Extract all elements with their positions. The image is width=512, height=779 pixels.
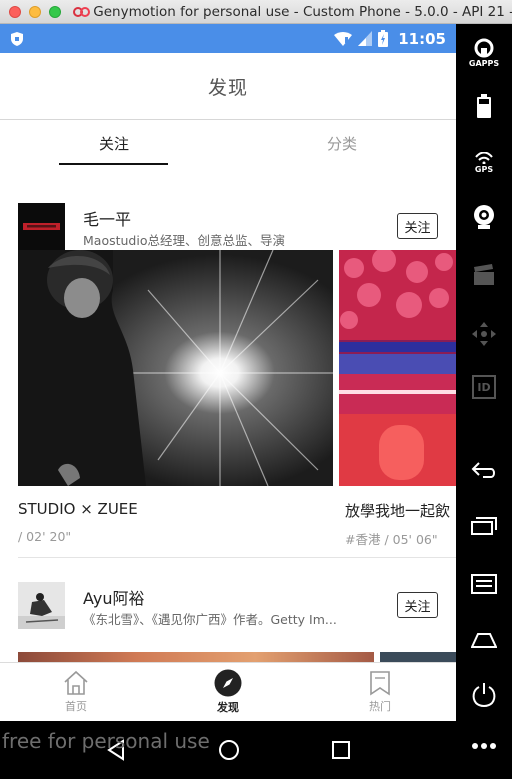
follow-button[interactable]: 关注 <box>397 592 438 618</box>
device-id-button[interactable]: ID <box>456 375 512 399</box>
video-title[interactable]: 放學我地一起飲 <box>345 500 456 521</box>
power-icon <box>472 683 496 707</box>
recent-apps-button[interactable] <box>456 516 512 536</box>
battery-widget-icon <box>477 94 491 118</box>
author-name: Ayu阿裕 <box>83 589 145 608</box>
snow-photo <box>18 582 65 629</box>
bottom-tab-bar: 首页 发现 热门 <box>0 662 456 721</box>
tab-follow[interactable]: 关注 <box>0 120 228 166</box>
top-tabs: 关注 分类 <box>0 120 456 166</box>
tab-popular-label: 热门 <box>369 700 391 713</box>
section-divider <box>18 557 456 558</box>
id-label: ID <box>477 381 491 394</box>
tab-popular[interactable]: 热门 <box>304 663 456 721</box>
phone-screen: 11:05 发现 关注 分类 毛一平 Maostudio总经理、创意总监、导演 <box>0 24 456 779</box>
battery-icon <box>378 30 389 47</box>
gps-label: GPS <box>474 165 494 174</box>
screencast-button[interactable] <box>456 264 512 286</box>
window-title: Genymotion for personal use - Custom Pho… <box>93 3 512 20</box>
home-outline-icon <box>471 633 497 648</box>
gps-icon <box>475 152 493 164</box>
portrait-photo <box>18 250 333 486</box>
gapps-icon <box>474 38 494 58</box>
video-meta: / 02' 20" <box>18 529 72 544</box>
home-circle-icon[interactable] <box>218 739 240 761</box>
home-icon <box>64 670 88 695</box>
device-frame: 11:05 发现 关注 分类 毛一平 Maostudio总经理、创意总监、导演 <box>0 24 512 779</box>
recent-apps-icon <box>471 517 497 535</box>
more-options-button[interactable] <box>456 742 512 750</box>
tab-discover-label: 发现 <box>217 701 239 714</box>
webcam-icon <box>474 205 494 229</box>
status-bar: 11:05 <box>0 24 456 53</box>
avatar[interactable] <box>18 203 65 250</box>
tab-home-label: 首页 <box>65 700 87 713</box>
recents-icon[interactable] <box>331 740 351 760</box>
author-name: 毛一平 <box>83 210 132 229</box>
battery-widget-button[interactable] <box>456 94 512 118</box>
video-title[interactable]: STUDIO × ZUEE <box>18 500 333 518</box>
tab-categories[interactable]: 分类 <box>228 120 456 166</box>
power-button[interactable] <box>456 682 512 708</box>
compass-icon <box>214 669 242 697</box>
video-meta: #香港 / 05' 06" <box>345 532 438 547</box>
app-header: 发现 <box>0 53 456 120</box>
back-arrow-icon <box>471 462 495 478</box>
clapperboard-icon <box>474 264 494 285</box>
minimize-window-button[interactable] <box>29 5 41 18</box>
active-tab-indicator <box>59 163 168 165</box>
genymotion-logo-icon <box>73 6 90 18</box>
maostudio-logo-icon <box>18 203 65 250</box>
neon-night-photo <box>339 250 456 486</box>
status-time: 11:05 <box>398 29 446 48</box>
window-titlebar: Genymotion for personal use - Custom Pho… <box>0 0 512 24</box>
wifi-icon <box>334 32 353 46</box>
gapps-button[interactable]: GAPPS <box>456 38 512 68</box>
gps-button[interactable]: GPS <box>456 152 512 174</box>
avatar[interactable] <box>18 582 65 629</box>
author-description: Maostudio总经理、创意总监、导演 <box>83 233 285 248</box>
page-title: 发现 <box>207 76 248 99</box>
author-description: 《东北雪》、《遇见你广西》作者。Getty Im... <box>83 612 337 627</box>
close-window-button[interactable] <box>9 5 21 18</box>
menu-button[interactable] <box>456 574 512 594</box>
dpad-icon <box>472 322 496 346</box>
maximize-window-button[interactable] <box>49 5 61 18</box>
signal-icon <box>358 31 373 46</box>
shield-icon <box>11 31 23 46</box>
dpad-button[interactable] <box>456 321 512 347</box>
tab-discover[interactable]: 发现 <box>152 663 304 721</box>
video-thumbnail[interactable] <box>339 250 456 486</box>
author-row[interactable]: Ayu阿裕 《东北雪》、《遇见你广西》作者。Getty Im... 关注 <box>0 582 456 642</box>
genymotion-sidebar: GAPPS GPS ID <box>456 24 512 779</box>
gapps-label: GAPPS <box>468 59 500 68</box>
watermark-text: free for personal use <box>2 729 210 753</box>
window-controls <box>9 5 61 18</box>
follow-button[interactable]: 关注 <box>397 213 438 239</box>
tab-home[interactable]: 首页 <box>0 663 152 721</box>
webcam-button[interactable] <box>456 204 512 230</box>
back-button[interactable] <box>456 460 512 480</box>
more-dots-icon <box>472 743 496 749</box>
video-thumbnail[interactable] <box>18 250 333 486</box>
bookmark-icon <box>370 671 390 696</box>
menu-icon <box>471 574 497 594</box>
home-button[interactable] <box>456 630 512 648</box>
